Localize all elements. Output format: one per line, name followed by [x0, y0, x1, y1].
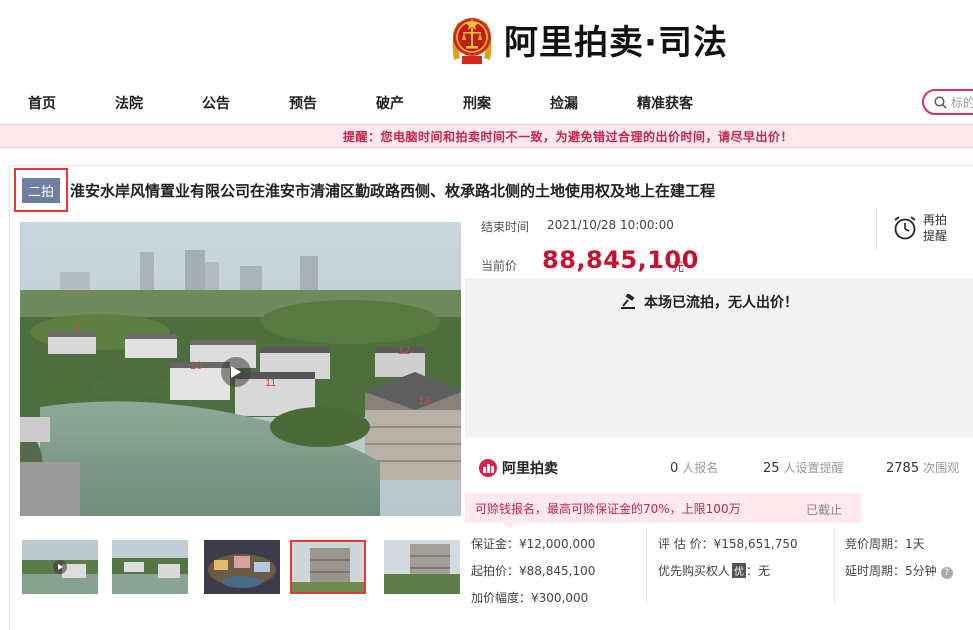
thumbnail-image — [384, 540, 460, 594]
view-count: 2785 次围观 — [886, 461, 960, 476]
round-badge: 二拍 — [21, 177, 60, 203]
re-auction-remind-button[interactable]: 再拍提醒 — [893, 212, 951, 244]
search-icon — [934, 95, 947, 109]
search-placeholder: 标的 — [951, 95, 973, 110]
re-auction-remind-label: 再拍提醒 — [923, 213, 948, 243]
thumbnail-2[interactable] — [112, 540, 188, 594]
site-logo[interactable]: 阿里拍卖·司法 — [448, 10, 728, 68]
help-icon[interactable]: ? — [940, 567, 953, 579]
main-nav: 首页 法院 公告 预告 破产 刑案 捡漏 精准获客 标的 — [0, 86, 973, 118]
nav-item-precise[interactable]: 精准获客 — [637, 93, 693, 113]
thumbnail-3[interactable] — [204, 540, 280, 594]
thumbnail-strip — [20, 540, 461, 596]
time-warning-text: 提醒：您电脑时间和拍卖时间不一致，为避免错过合理的出价时间，请尽早出价！ — [343, 129, 794, 144]
badge-highlight: 二拍 — [14, 168, 68, 212]
play-icon — [231, 366, 241, 378]
credit-deposit-text: 可赊钱报名，最高可赊保证金的70%，上限100万 — [475, 501, 741, 516]
nav-item-notice[interactable]: 公告 — [202, 93, 230, 113]
column-divider — [646, 527, 647, 603]
thumbnail-image — [112, 540, 188, 594]
banner-pointer — [504, 523, 516, 529]
valuation-price: 评 估 价：¥158,651,750 — [658, 537, 798, 551]
priority-buyer: 优先购买权人优：无 — [658, 563, 771, 578]
ali-auction-logo: 阿里拍卖 — [478, 458, 558, 478]
building-label: 13 — [418, 395, 430, 407]
thumbnail-image — [292, 542, 364, 592]
alarm-clock-icon — [894, 216, 916, 240]
end-time-value: 2021/10/28 10:00:00 — [547, 218, 674, 232]
end-time-label: 结束时间 — [481, 220, 530, 234]
column-divider — [834, 527, 835, 603]
search-input[interactable]: 标的 — [922, 89, 973, 115]
thumbnail-5[interactable] — [384, 540, 460, 594]
nav-item-criminal[interactable]: 刑案 — [463, 93, 491, 113]
nav-item-bargain[interactable]: 捡漏 — [550, 93, 578, 113]
start-price: 起拍价：¥88,845,100 — [471, 564, 596, 578]
building-label: 5 — [75, 322, 81, 333]
priority-badge: 优 — [732, 563, 747, 578]
delay-cycle: 延时周期：5分钟? — [845, 562, 953, 579]
ali-auction-logo-text: 阿里拍卖 — [502, 461, 558, 477]
building-label: 11 — [265, 377, 276, 389]
nav-item-home[interactable]: 首页 — [28, 93, 56, 113]
current-price-label: 当前价 — [481, 259, 518, 273]
status-message-text: 本场已流拍，无人出价！ — [644, 295, 798, 311]
court-emblem-icon — [452, 18, 492, 64]
nav-item-preview[interactable]: 预告 — [289, 93, 317, 113]
credit-deposit-status: 已截止 — [806, 503, 843, 517]
bid-increment: 加价幅度：¥300,000 — [471, 591, 589, 605]
reminder-count: 25 人设置提醒 — [763, 461, 844, 476]
nav-item-bankruptcy[interactable]: 破产 — [376, 93, 404, 113]
logo-text: 阿里拍卖·司法 — [504, 22, 728, 63]
item-title-row: 二拍 淮安水岸风情置业有限公司在淮安市清浦区勤政路西侧、枚承路北侧的土地使用权及… — [14, 168, 715, 212]
thumbnail-1[interactable] — [22, 540, 98, 594]
building-label: 10 — [190, 360, 202, 372]
signup-count: 0 人报名 — [670, 461, 719, 476]
deposit-amount: 保证金：¥12,000,000 — [471, 537, 596, 551]
divider — [876, 208, 877, 250]
play-video-button[interactable] — [221, 357, 251, 387]
thumbnail-image — [22, 540, 98, 594]
stats-row: 阿里拍卖 0 人报名 25 人设置提醒 2785 次围观 — [478, 456, 973, 480]
status-message: 本场已流拍，无人出价！ — [620, 292, 798, 312]
gavel-icon — [621, 294, 635, 309]
bidding-cycle: 竞价周期：1天 — [845, 537, 925, 551]
ali-auction-logo-icon — [479, 459, 497, 477]
price-unit: 元 — [672, 260, 685, 274]
credit-deposit-banner[interactable]: 可赊钱报名，最高可赊保证金的70%，上限100万 — [465, 493, 861, 523]
nav-item-court[interactable]: 法院 — [115, 93, 143, 113]
building-label: 12 — [398, 345, 410, 357]
thumbnail-4-selected[interactable] — [290, 540, 366, 594]
thumbnail-image — [204, 540, 280, 594]
item-title: 淮安水岸风情置业有限公司在淮安市清浦区勤政路西侧、枚承路北侧的土地使用权及地上在… — [70, 181, 716, 200]
time-warning-banner: 提醒：您电脑时间和拍卖时间不一致，为避免错过合理的出价时间，请尽早出价！ — [0, 124, 973, 148]
